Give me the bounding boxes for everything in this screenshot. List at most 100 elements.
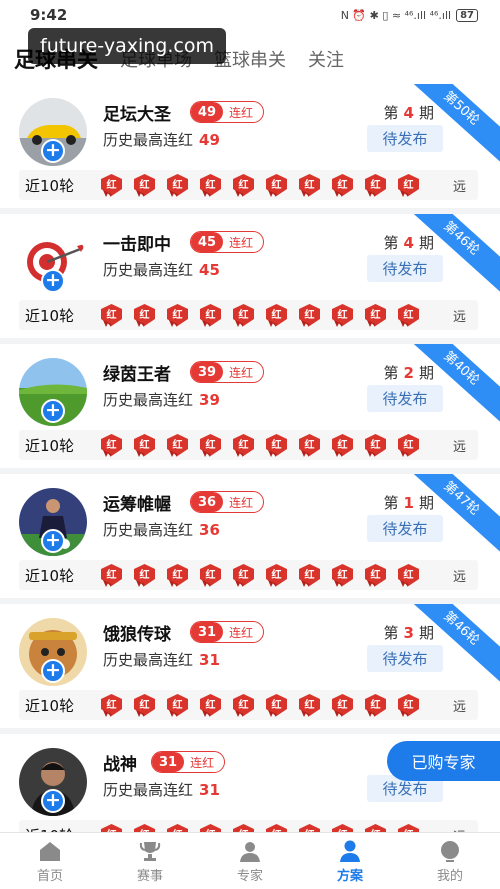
streak-label: 连红 xyxy=(229,495,254,510)
red-result-badge: 红 xyxy=(165,563,190,587)
result-badges: 红红红红红红红红红红 xyxy=(99,173,421,197)
history-max: 历史最高连红 49 xyxy=(103,131,220,149)
follow-plus-button[interactable]: + xyxy=(41,399,65,423)
nav-item-expert[interactable]: 专家 xyxy=(200,833,300,889)
recent-rounds-row: 近10轮红红红红红红红红红红远 xyxy=(19,430,478,460)
recent-label: 近10轮 xyxy=(25,696,75,715)
red-result-badge: 红 xyxy=(330,433,355,457)
pending-publish-button[interactable]: 待发布 xyxy=(367,515,443,542)
streak-label: 连红 xyxy=(229,105,254,120)
history-max: 历史最高连红 39 xyxy=(103,391,220,409)
follow-plus-button[interactable]: + xyxy=(41,529,65,553)
purchased-experts-button[interactable]: 已购专家 xyxy=(387,741,500,781)
pending-publish-button[interactable]: 待发布 xyxy=(367,255,443,282)
period-info: 第4期 xyxy=(383,234,434,252)
red-result-badge: 红 xyxy=(363,303,388,327)
streak-badge: 31 连红 xyxy=(190,621,265,643)
tab-follow[interactable]: 关注 xyxy=(308,46,344,72)
red-result-badge: 红 xyxy=(297,173,322,197)
red-result-badge: 红 xyxy=(330,693,355,717)
red-result-badge: 红 xyxy=(330,173,355,197)
expert-name: 绿茵王者 xyxy=(103,365,171,385)
red-result-badge: 红 xyxy=(165,693,190,717)
streak-count: 31 xyxy=(152,752,185,772)
red-result-badge: 红 xyxy=(132,173,157,197)
red-result-badge: 红 xyxy=(231,563,256,587)
status-time: 9:42 xyxy=(30,6,68,24)
expert-icon xyxy=(237,839,263,863)
red-result-badge: 红 xyxy=(198,433,223,457)
period-info: 第4期 xyxy=(383,104,434,122)
red-result-badge: 红 xyxy=(264,173,289,197)
red-result-badge: 红 xyxy=(132,563,157,587)
recent-rounds-row: 近10轮红红红红红红红红红红远 xyxy=(19,300,478,330)
status-icons: N ⏰ ✱ ▯ ≈ ⁴⁶.ıll ⁴⁶.ıll 87 xyxy=(341,8,478,22)
streak-count: 39 xyxy=(191,362,224,382)
bottom-nav: 首页 赛事 专家 方案 我的 xyxy=(0,832,500,889)
red-result-badge: 红 xyxy=(99,433,124,457)
recent-rounds-row: 近10轮红红红红红红红红红红远 xyxy=(19,560,478,590)
red-result-badge: 红 xyxy=(297,563,322,587)
nav-item-plan-person[interactable]: 方案 xyxy=(300,833,400,889)
red-result-badge: 红 xyxy=(396,303,421,327)
expert-card[interactable]: + 运筹帷幄 36 连红 历史最高连红 36 第 1 期待发布 第47轮 近10轮红红红红红红红红红… xyxy=(0,474,500,598)
red-result-badge: 红 xyxy=(132,303,157,327)
streak-count: 45 xyxy=(191,232,224,252)
red-result-badge: 红 xyxy=(297,303,322,327)
red-result-badge: 红 xyxy=(132,433,157,457)
period-info: 第1期 xyxy=(383,494,434,512)
expert-card[interactable]: + 绿茵王者 39 连红 历史最高连红 39 第 2 期待发布 第40轮 近10轮红红红红红红红红红… xyxy=(0,344,500,468)
result-badges: 红红红红红红红红红红 xyxy=(99,693,421,717)
expert-name: 战神 xyxy=(103,755,137,775)
result-badges: 红红红红红红红红红红 xyxy=(99,433,421,457)
streak-badge: 49 连红 xyxy=(190,101,265,123)
expert-name: 一击即中 xyxy=(103,235,171,255)
follow-plus-button[interactable]: + xyxy=(41,789,65,813)
red-result-badge: 红 xyxy=(165,303,190,327)
red-result-badge: 红 xyxy=(231,693,256,717)
streak-count: 31 xyxy=(191,622,224,642)
recent-rounds-row: 近10轮红红红红红红红红红红远 xyxy=(19,170,478,200)
follow-plus-button[interactable]: + xyxy=(41,139,65,163)
red-result-badge: 红 xyxy=(165,173,190,197)
streak-count: 36 xyxy=(191,492,224,512)
pending-publish-button[interactable]: 待发布 xyxy=(367,645,443,672)
history-max: 历史最高连红 31 xyxy=(103,781,220,799)
far-label: 远 xyxy=(452,569,466,585)
follow-plus-button[interactable]: + xyxy=(41,659,65,683)
red-result-badge: 红 xyxy=(99,693,124,717)
pending-publish-button[interactable]: 待发布 xyxy=(367,385,443,412)
far-label: 远 xyxy=(452,699,466,715)
expert-name: 运筹帷幄 xyxy=(103,495,171,515)
expert-card[interactable]: + 一击即中 45 连红 历史最高连红 45 第 4 期待发布 第46轮 近10轮红红红红红红红红红… xyxy=(0,214,500,338)
pending-publish-button[interactable]: 待发布 xyxy=(367,125,443,152)
red-result-badge: 红 xyxy=(99,563,124,587)
nav-item-home[interactable]: 首页 xyxy=(0,833,100,889)
red-result-badge: 红 xyxy=(264,303,289,327)
expert-card[interactable]: + 足坛大圣 49 连红 历史最高连红 49 第 4 期待发布 第50轮 近10轮红红红红红红红红红… xyxy=(0,84,500,208)
streak-label: 连红 xyxy=(229,235,254,250)
red-result-badge: 红 xyxy=(198,303,223,327)
period-info: 第3期 xyxy=(383,624,434,642)
nav-item-trophy[interactable]: 赛事 xyxy=(100,833,200,889)
red-result-badge: 红 xyxy=(264,433,289,457)
streak-badge: 45 连红 xyxy=(190,231,265,253)
red-result-badge: 红 xyxy=(396,173,421,197)
status-bar: 9:42 N ⏰ ✱ ▯ ≈ ⁴⁶.ıll ⁴⁶.ıll 87 xyxy=(0,0,500,30)
recent-label: 近10轮 xyxy=(25,436,75,455)
recent-label: 近10轮 xyxy=(25,566,75,585)
expert-card[interactable]: + 饿狼传球 31 连红 历史最高连红 31 第 3 期待发布 第46轮 近10轮红红红红红红红红红… xyxy=(0,604,500,728)
far-label: 远 xyxy=(452,179,466,195)
streak-badge: 39 连红 xyxy=(190,361,265,383)
red-result-badge: 红 xyxy=(99,173,124,197)
red-result-badge: 红 xyxy=(198,563,223,587)
recent-label: 近10轮 xyxy=(25,306,75,325)
red-result-badge: 红 xyxy=(198,693,223,717)
red-result-badge: 红 xyxy=(363,173,388,197)
battery-icon: 87 xyxy=(456,8,478,22)
follow-plus-button[interactable]: + xyxy=(41,269,65,293)
nav-item-profile[interactable]: 我的 xyxy=(400,833,500,889)
red-result-badge: 红 xyxy=(363,563,388,587)
red-result-badge: 红 xyxy=(264,693,289,717)
history-max: 历史最高连红 36 xyxy=(103,521,220,539)
